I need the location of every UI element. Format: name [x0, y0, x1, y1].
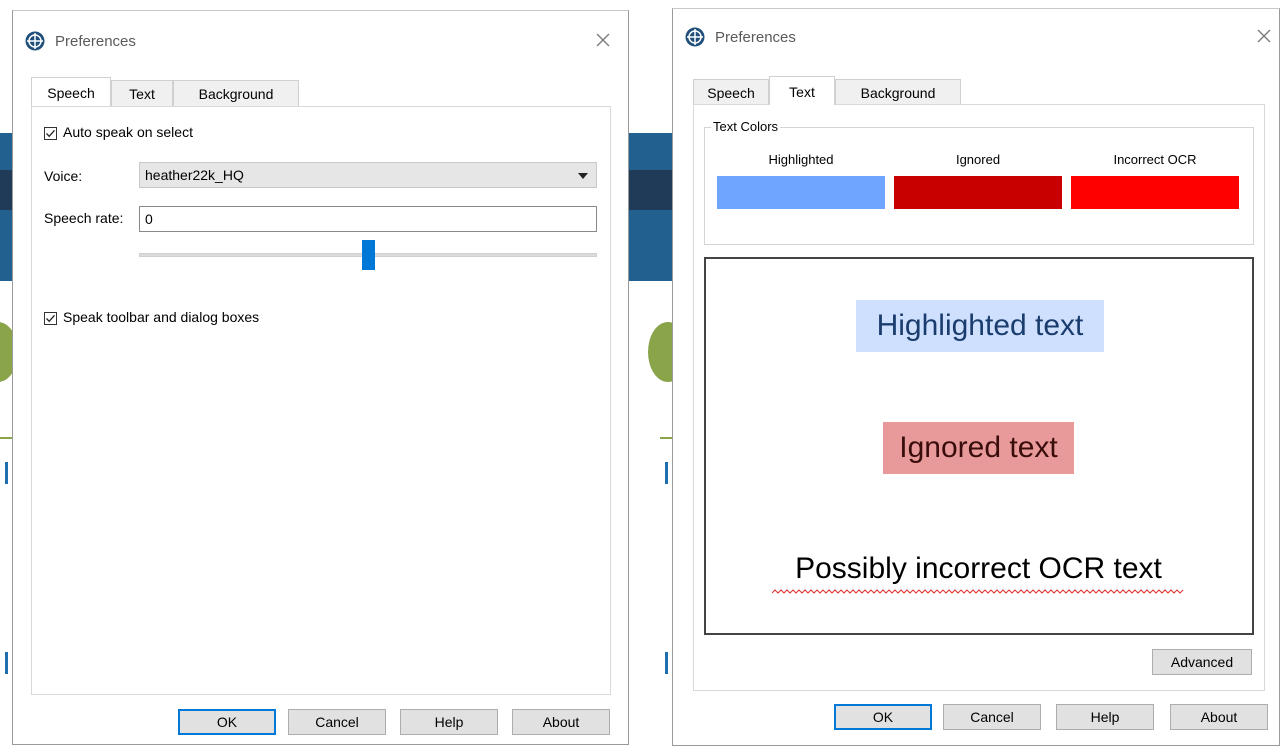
voice-value: heather22k_HQ: [145, 167, 244, 183]
background-divider-middle: [660, 437, 672, 439]
close-button[interactable]: [588, 25, 618, 55]
close-button[interactable]: [1249, 21, 1279, 51]
preferences-dialog-text: Preferences Speech Text Background Text …: [672, 8, 1280, 746]
close-icon: [596, 33, 610, 47]
ignored-color-label: Ignored: [955, 152, 1001, 167]
globe-icon: [25, 31, 45, 51]
speech-rate-slider-thumb[interactable]: [362, 240, 375, 270]
preferences-dialog-speech: Preferences Speech Text Background Auto …: [12, 10, 629, 745]
voice-label: Voice:: [44, 168, 83, 184]
tab-bar: Speech Text Background: [693, 76, 993, 107]
about-button[interactable]: About: [512, 709, 610, 735]
chevron-down-icon: [578, 173, 588, 179]
ignored-color-swatch[interactable]: [894, 176, 1062, 209]
cancel-button[interactable]: Cancel: [288, 709, 386, 735]
incorrect-ocr-color-label: Incorrect OCR: [1113, 152, 1197, 167]
text-panel: Text Colors Highlighted Ignored Incorrec…: [693, 104, 1265, 691]
globe-icon: [685, 27, 705, 47]
speech-panel: Auto speak on select Voice: heather22k_H…: [31, 106, 611, 695]
highlighted-color-label: Highlighted: [768, 152, 834, 167]
speech-rate-input[interactable]: 0: [139, 206, 597, 232]
ok-button[interactable]: OK: [178, 709, 276, 735]
auto-speak-label: Auto speak on select: [63, 124, 193, 140]
ok-button[interactable]: OK: [834, 704, 932, 730]
tab-text[interactable]: Text: [111, 80, 173, 106]
dialog-title: Preferences: [55, 33, 136, 50]
text-preview-area: Highlighted text Ignored text Possibly i…: [704, 257, 1254, 635]
background-link-bar-1: [5, 462, 8, 484]
incorrect-ocr-preview-text: Possibly incorrect OCR text: [795, 552, 1162, 585]
highlighted-color-swatch[interactable]: [717, 176, 885, 209]
title-bar: Preferences: [673, 9, 1279, 71]
tab-speech[interactable]: Speech: [693, 79, 769, 105]
tab-text[interactable]: Text: [769, 76, 835, 105]
close-icon: [1257, 29, 1271, 43]
spellcheck-squiggle: [772, 589, 1184, 594]
ignored-preview-text: Ignored text: [883, 422, 1074, 474]
incorrect-ocr-color-swatch[interactable]: [1071, 176, 1239, 209]
tab-bar: Speech Text Background: [31, 77, 331, 108]
speak-toolbar-checkbox[interactable]: [44, 312, 57, 325]
background-link-bar-2: [665, 462, 668, 484]
background-divider-left: [0, 437, 12, 439]
text-colors-group: Text Colors Highlighted Ignored Incorrec…: [704, 119, 1254, 245]
text-colors-legend: Text Colors: [711, 119, 781, 134]
background-link-bar-4: [665, 652, 668, 674]
help-button[interactable]: Help: [1056, 704, 1154, 730]
background-banner-left-dark: [0, 170, 12, 210]
cancel-button[interactable]: Cancel: [943, 704, 1041, 730]
checkmark-icon: [46, 129, 55, 138]
tab-background[interactable]: Background: [835, 79, 961, 105]
highlighted-preview-text: Highlighted text: [856, 300, 1104, 352]
help-button[interactable]: Help: [400, 709, 498, 735]
tab-background[interactable]: Background: [173, 80, 299, 106]
about-button[interactable]: About: [1170, 704, 1268, 730]
background-link-bar-3: [5, 652, 8, 674]
dialog-title: Preferences: [715, 29, 796, 46]
speak-toolbar-label: Speak toolbar and dialog boxes: [63, 309, 260, 325]
auto-speak-checkbox[interactable]: [44, 127, 57, 140]
advanced-button[interactable]: Advanced: [1152, 649, 1252, 675]
voice-dropdown[interactable]: heather22k_HQ: [139, 162, 597, 188]
speech-rate-value: 0: [145, 211, 153, 227]
background-banner-middle-dark: [629, 170, 672, 210]
speech-rate-label: Speech rate:: [44, 210, 124, 226]
tab-speech[interactable]: Speech: [31, 77, 111, 106]
title-bar: Preferences: [13, 11, 628, 73]
checkmark-icon: [46, 314, 55, 323]
